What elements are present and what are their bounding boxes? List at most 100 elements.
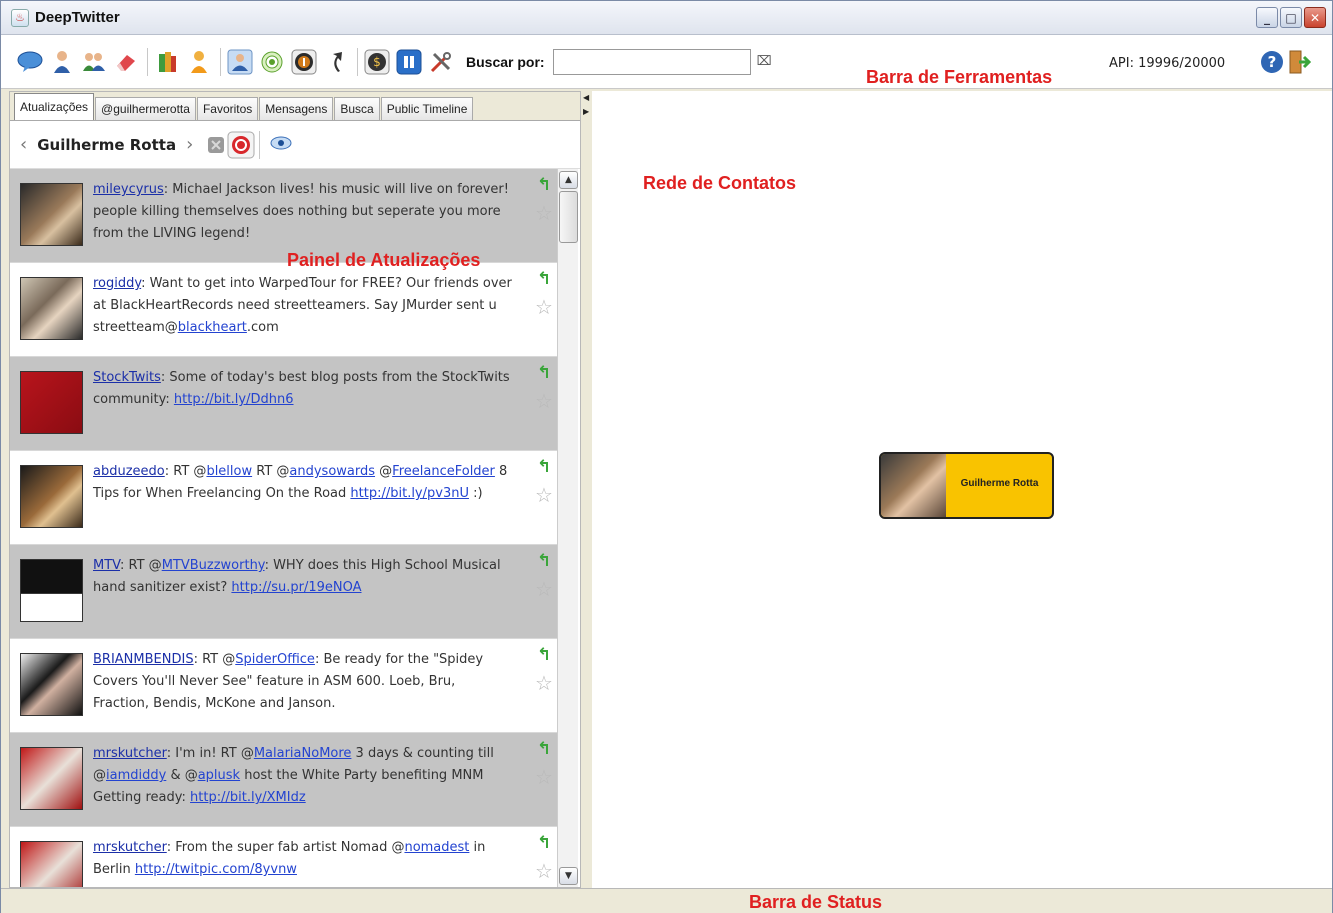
previous-user-button[interactable]: ‹ <box>20 134 27 155</box>
scroll-thumb[interactable] <box>559 191 578 243</box>
tools-icon[interactable] <box>426 47 456 77</box>
title-bar[interactable]: ♨ DeepTwitter _ □ ✕ <box>1 1 1332 35</box>
user-avatar[interactable] <box>20 183 83 246</box>
reply-icon[interactable]: ↰ <box>537 363 551 383</box>
tab-2[interactable]: Favoritos <box>196 97 259 120</box>
tab-4[interactable]: Busca <box>334 97 380 120</box>
tweet-link[interactable]: http://bit.ly/Ddhn6 <box>174 392 294 407</box>
reply-icon[interactable]: ↰ <box>537 551 551 571</box>
window-controls: _ □ ✕ <box>1256 7 1326 28</box>
collapse-left-icon[interactable]: ◀ <box>583 93 589 102</box>
tweet-link[interactable]: SpiderOffice <box>235 652 315 667</box>
status-bar-annotation: Barra de Status <box>749 892 883 912</box>
tweet-body-text: : RT @ <box>120 558 162 573</box>
user-avatar[interactable] <box>20 465 83 528</box>
favorite-star-icon[interactable]: ☆ <box>535 671 553 695</box>
tab-1[interactable]: @guilhermerotta <box>95 97 196 120</box>
reply-icon[interactable]: ↰ <box>537 645 551 665</box>
reply-icon[interactable]: ↰ <box>537 269 551 289</box>
favorite-star-icon[interactable]: ☆ <box>535 859 553 883</box>
tweet-username-link[interactable]: abduzeedo <box>93 464 165 479</box>
reply-icon[interactable]: ↰ <box>537 739 551 759</box>
tweet-link[interactable]: http://bit.ly/pv3nU <box>350 486 469 501</box>
toolbar-separator <box>220 47 221 76</box>
tweet-link[interactable]: nomadest <box>404 840 469 855</box>
reply-icon[interactable]: ↰ <box>537 457 551 477</box>
user-avatar[interactable] <box>20 841 83 887</box>
user-avatar[interactable] <box>20 559 83 622</box>
favorite-star-icon[interactable]: ☆ <box>535 201 553 225</box>
tab-3[interactable]: Mensagens <box>259 97 334 120</box>
dollar-icon[interactable]: $ <box>362 47 392 77</box>
exit-icon[interactable] <box>1289 49 1312 75</box>
tab-bar: Atualizações @guilhermerotta Favoritos Mens… <box>10 92 580 121</box>
favorite-star-icon[interactable]: ☆ <box>535 389 553 413</box>
tweet-link[interactable]: http://su.pr/19eNOA <box>231 580 361 595</box>
chat-bubble-icon[interactable] <box>15 47 45 77</box>
tweet-username-link[interactable]: MTV <box>93 558 120 573</box>
tweet-link[interactable]: andysowards <box>289 464 375 479</box>
toolbar-separator <box>357 47 358 76</box>
help-icon[interactable]: ? <box>1261 51 1283 73</box>
user-icon[interactable] <box>47 47 77 77</box>
books-icon[interactable] <box>152 47 182 77</box>
tab-0[interactable]: Atualizações <box>14 93 95 120</box>
pause-icon[interactable] <box>394 47 424 77</box>
reply-icon[interactable]: ↰ <box>537 175 551 195</box>
tweet-link[interactable]: http://bit.ly/XMIdz <box>190 790 306 805</box>
updates-panel-annotation: Painel de Atualizações <box>287 250 481 270</box>
contacts-network-annotation: Rede de Contatos <box>643 173 797 193</box>
search-input[interactable] <box>552 48 751 75</box>
eraser-icon[interactable] <box>111 47 141 77</box>
tweet-username-link[interactable]: mileycyrus <box>93 182 164 197</box>
tweet-text: StockTwits: Some of today's best blog po… <box>93 367 513 411</box>
tweet-body-text: : Want to get into WarpedTour for FREE? … <box>93 276 512 335</box>
favorite-star-icon[interactable]: ☆ <box>535 765 553 789</box>
reply-icon[interactable]: ↰ <box>537 833 551 853</box>
tweet-username-link[interactable]: rogiddy <box>93 276 141 291</box>
back-icon[interactable] <box>321 47 351 77</box>
info-icon[interactable] <box>289 47 319 77</box>
tweet-username-link[interactable]: StockTwits <box>93 370 161 385</box>
tweet-link[interactable]: http://twitpic.com/8yvnw <box>135 862 297 877</box>
user-avatar[interactable] <box>20 747 83 810</box>
person-add-icon[interactable] <box>184 47 214 77</box>
tweet-username-link[interactable]: mrskutcher <box>93 840 167 855</box>
favorite-star-icon[interactable]: ☆ <box>535 577 553 601</box>
tweet-link[interactable]: iamdiddy <box>106 768 166 783</box>
scroll-up-button[interactable]: ▲ <box>559 171 578 189</box>
users-icon[interactable] <box>79 47 109 77</box>
record-icon[interactable] <box>227 131 255 159</box>
tweet-username-link[interactable]: mrskutcher <box>93 746 167 761</box>
scroll-down-button[interactable]: ▼ <box>559 867 578 885</box>
eye-icon[interactable] <box>270 136 292 154</box>
feed-scrollbar[interactable]: ▲ ▼ <box>557 169 578 887</box>
tab-5[interactable]: Public Timeline <box>380 97 474 120</box>
user-profile-icon[interactable] <box>225 47 255 77</box>
next-user-button[interactable]: › <box>186 134 193 155</box>
tweet-link[interactable]: blackheart <box>178 320 247 335</box>
tweet-link[interactable]: aplusk <box>198 768 240 783</box>
tweet-link[interactable]: FreelanceFolder <box>392 464 495 479</box>
user-avatar[interactable] <box>20 653 83 716</box>
tweet-link[interactable]: blellow <box>206 464 252 479</box>
tweet-username-link[interactable]: BRIANMBENDIS <box>93 652 194 667</box>
user-nav-bar: ‹ Guilherme Rotta › <box>10 121 580 169</box>
tweet-link[interactable]: MTVBuzzworthy <box>162 558 265 573</box>
panel-splitter[interactable]: ◀ ▶ <box>583 91 591 888</box>
target-icon[interactable] <box>257 47 287 77</box>
favorite-star-icon[interactable]: ☆ <box>535 483 553 507</box>
user-avatar[interactable] <box>20 371 83 434</box>
toolbar: $ Buscar por: ⌧ API: 19996/20000 ? <box>1 35 1332 89</box>
tweet-body-text: :) <box>468 486 483 501</box>
favorite-star-icon[interactable]: ☆ <box>535 295 553 319</box>
contact-node[interactable]: Guilherme Rotta <box>879 452 1054 519</box>
tweet-link[interactable]: MalariaNoMore <box>254 746 352 761</box>
collapse-right-icon[interactable]: ▶ <box>583 107 589 116</box>
close-button[interactable]: ✕ <box>1304 7 1326 28</box>
clear-search-icon[interactable]: ⌧ <box>757 54 772 69</box>
minimize-button[interactable]: _ <box>1256 7 1278 28</box>
stop-icon[interactable] <box>207 136 225 154</box>
user-avatar[interactable] <box>20 277 83 340</box>
maximize-button[interactable]: □ <box>1280 7 1302 28</box>
